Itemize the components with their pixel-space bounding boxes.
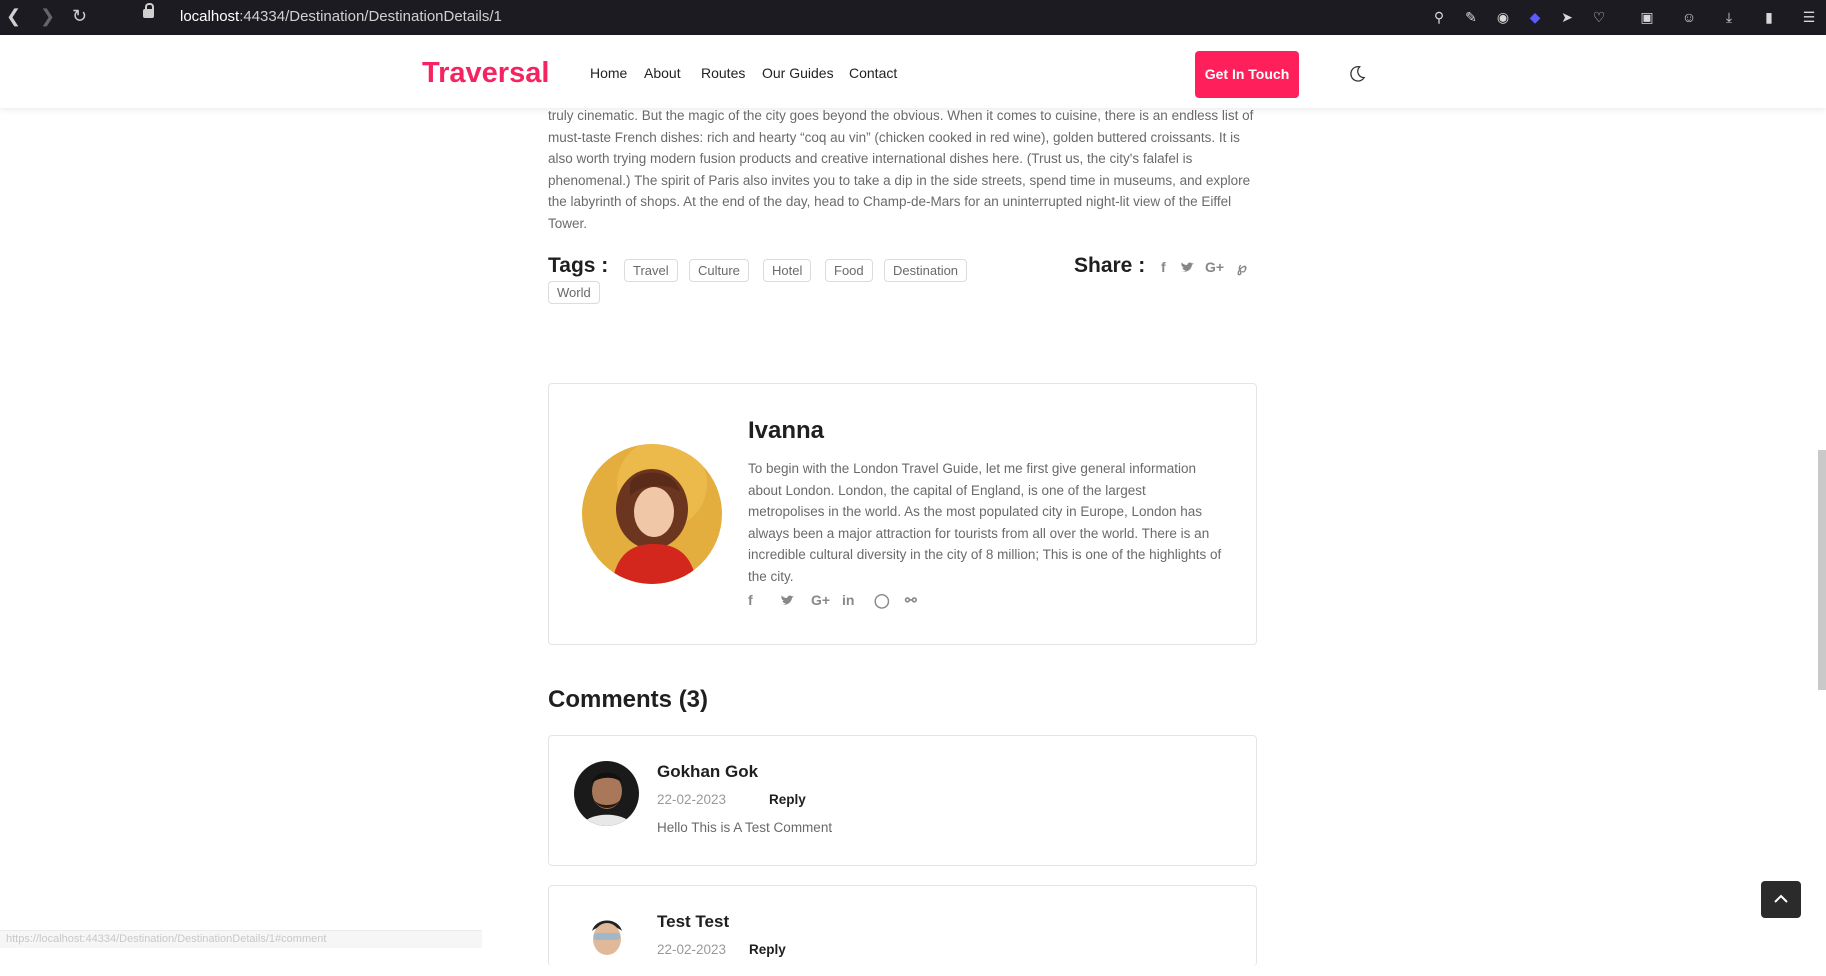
tag-food[interactable]: Food [825, 259, 873, 282]
commenter-name: Test Test [657, 912, 730, 931]
linkedin-icon[interactable]: in [842, 592, 854, 608]
nav-our-guides[interactable]: Our Guides [762, 65, 834, 81]
author-avatar [582, 444, 722, 584]
camera-icon[interactable]: ◉ [1494, 8, 1512, 26]
chevron-up-icon [1774, 894, 1788, 903]
comment-item: Test Test 22-02-2023 Reply [548, 885, 1257, 976]
tag-hotel[interactable]: Hotel [763, 259, 812, 282]
scroll-to-top-button[interactable] [1761, 881, 1801, 918]
address-bar[interactable]: localhost:44334/Destination/DestinationD… [180, 8, 502, 25]
nav-about[interactable]: About [644, 65, 681, 81]
author-name: Ivanna [748, 417, 825, 444]
dribbble-icon[interactable]: ⚯ [905, 592, 917, 609]
comment-item: Gokhan Gok 22-02-2023 Reply Hello This i… [548, 735, 1257, 866]
comments-title: Comments (3) [548, 686, 709, 713]
edit-icon[interactable]: ✎ [1462, 8, 1480, 26]
forward-icon[interactable]: ❯ [40, 6, 55, 27]
battery-icon[interactable]: ▮ [1760, 8, 1778, 26]
twitter-icon[interactable] [780, 595, 794, 607]
pinterest-icon[interactable]: ℘ [1237, 259, 1247, 276]
back-icon[interactable]: ❮ [6, 6, 21, 27]
url-path: :44334/Destination/DestinationDetails/1 [239, 8, 502, 25]
article-paragraph: truly cinematic. But the magic of the ci… [548, 108, 1254, 231]
tag-culture[interactable]: Culture [689, 259, 749, 282]
author-card: Ivanna To begin with the London Travel G… [548, 383, 1257, 645]
reply-link[interactable]: Reply [749, 942, 786, 957]
tag-world[interactable]: World [548, 281, 600, 304]
get-in-touch-button[interactable]: Get In Touch [1195, 51, 1299, 98]
moon-icon[interactable] [1348, 65, 1366, 83]
nav-routes[interactable]: Routes [701, 65, 745, 81]
google-plus-icon[interactable]: G+ [1205, 259, 1224, 275]
box-icon[interactable]: ▣ [1638, 8, 1656, 26]
shield-icon[interactable]: ◆ [1526, 8, 1544, 26]
lock-icon [143, 3, 154, 18]
comment-date: 22-02-2023 [657, 942, 727, 957]
url-host: localhost [180, 8, 240, 25]
search-page-icon[interactable]: ⚲ [1430, 8, 1448, 26]
site-header: Traversal Home About Routes Our Guides C… [0, 35, 1826, 108]
site-logo[interactable]: Traversal [422, 57, 549, 90]
download-icon[interactable]: ⤓ [1720, 8, 1738, 26]
browser-toolbar: ❮ ❯ ↻ localhost:44334/Destination/Destin… [0, 0, 1826, 35]
tag-destination[interactable]: Destination [884, 259, 968, 282]
profile-icon[interactable]: ☺ [1680, 8, 1698, 26]
tags-title: Tags : [548, 254, 609, 277]
twitter-icon[interactable] [1180, 262, 1194, 274]
status-bar-url: https://localhost:44334/Destination/Dest… [0, 930, 482, 948]
facebook-icon[interactable]: f [748, 592, 753, 608]
commenter-avatar [574, 911, 639, 976]
menu-icon[interactable]: ☰ [1800, 8, 1818, 26]
reply-link[interactable]: Reply [769, 792, 806, 807]
author-bio: To begin with the London Travel Guide, l… [748, 461, 1222, 584]
commenter-name: Gokhan Gok [657, 762, 759, 781]
send-icon[interactable]: ➤ [1558, 8, 1576, 26]
commenter-avatar [574, 761, 639, 826]
google-plus-icon[interactable]: G+ [811, 592, 830, 608]
page-scrollbar[interactable] [1818, 450, 1826, 690]
comment-date: 22-02-2023 [657, 792, 727, 807]
reload-icon[interactable]: ↻ [72, 6, 87, 27]
tag-travel[interactable]: Travel [624, 259, 678, 282]
nav-home[interactable]: Home [590, 65, 627, 81]
comment-text: Hello This is A Test Comment [657, 820, 833, 835]
facebook-icon[interactable]: f [1161, 259, 1166, 275]
heart-icon[interactable]: ♡ [1590, 8, 1608, 26]
share-title: Share : [1074, 254, 1146, 277]
nav-contact[interactable]: Contact [849, 65, 897, 81]
github-icon[interactable]: ◯ [874, 592, 890, 609]
